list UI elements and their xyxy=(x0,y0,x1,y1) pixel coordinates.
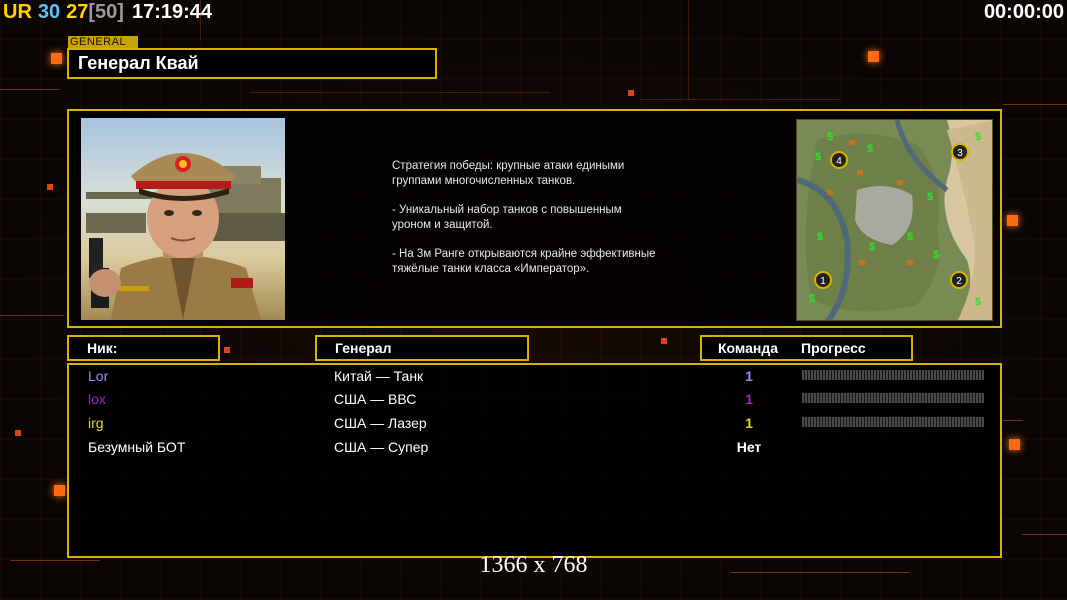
column-header-team: Команда xyxy=(718,340,778,356)
decor-square xyxy=(54,485,65,496)
svg-text:$: $ xyxy=(867,143,873,155)
column-header-general: Генерал xyxy=(315,335,529,361)
decor-square xyxy=(51,53,62,64)
column-header-team-progress: Команда Прогресс xyxy=(700,335,913,361)
hud-stats: UR 30 27 [50] 17:19:44 xyxy=(3,0,212,24)
player-team: 1 xyxy=(745,368,753,384)
player-general: США — ВВС xyxy=(334,391,417,407)
strategy-description: Стратегия победы: крупные атаки едиными … xyxy=(392,160,656,275)
decor-line xyxy=(1003,104,1067,105)
players-panel: Lor Китай — Танк 1 lox США — ВВС 1 irg С… xyxy=(67,363,1002,558)
player-nick: irg xyxy=(88,415,104,431)
player-progress-bar xyxy=(802,393,984,403)
svg-text:$: $ xyxy=(869,241,875,253)
decor-dot xyxy=(628,90,634,96)
decor-square xyxy=(1009,439,1020,450)
hud-stat-2: 27 xyxy=(66,0,89,23)
hud-stat-3: [50] xyxy=(88,0,124,23)
svg-text:$: $ xyxy=(933,249,939,261)
hud-timer: 00:00:00 xyxy=(983,1,1064,23)
svg-text:$: $ xyxy=(817,231,823,243)
svg-text:$: $ xyxy=(827,131,833,143)
column-header-nick: Ник: xyxy=(67,335,220,361)
decor-line xyxy=(0,89,60,90)
decor-line xyxy=(0,315,64,316)
decor-line xyxy=(1003,420,1023,421)
player-row: Lor Китай — Танк 1 xyxy=(69,365,1000,387)
player-team: 1 xyxy=(745,391,753,407)
hud-clock: 17:19:44 xyxy=(131,0,213,23)
player-progress-bar xyxy=(802,417,984,427)
decor-line xyxy=(1022,534,1067,535)
player-row: Безумный БОТ США — Супер Нет xyxy=(69,436,1000,458)
svg-text:$: $ xyxy=(809,293,815,305)
player-row: irg США — Лазер 1 xyxy=(69,412,1000,434)
svg-text:$: $ xyxy=(907,231,913,243)
svg-text:1: 1 xyxy=(820,276,826,287)
player-team: Нет xyxy=(736,439,762,455)
general-portrait xyxy=(81,118,285,320)
decor-square xyxy=(868,51,879,62)
resolution-label: 1366 x 768 xyxy=(479,552,588,578)
svg-text:$: $ xyxy=(975,296,981,308)
decor-dot xyxy=(661,338,667,344)
hud-stat-1: 30 xyxy=(37,0,61,23)
svg-text:3: 3 xyxy=(957,148,963,159)
decor-dot xyxy=(224,347,230,353)
player-nick: lox xyxy=(88,391,106,407)
minimap-preview[interactable]: 4 3 1 2 $ $ $ $ $ $ $ $ $ $ $ xyxy=(796,119,993,321)
svg-text:$: $ xyxy=(815,151,821,163)
general-tag: GENERAL xyxy=(68,36,138,48)
player-nick: Безумный БОТ xyxy=(88,439,186,455)
general-title: Генерал Квай xyxy=(67,48,437,79)
decor-square xyxy=(1007,215,1018,226)
player-nick: Lor xyxy=(88,368,109,384)
decor-line xyxy=(250,92,550,93)
decor-dot xyxy=(47,184,53,190)
player-general: Китай — Танк xyxy=(334,368,424,384)
column-header-progress: Прогресс xyxy=(801,340,866,356)
player-general: США — Супер xyxy=(334,439,429,455)
player-general: США — Лазер xyxy=(334,415,427,431)
hud-ur-label: UR xyxy=(3,0,32,23)
svg-text:2: 2 xyxy=(956,276,962,287)
decor-dot xyxy=(15,430,21,436)
player-row: lox США — ВВС 1 xyxy=(69,388,1000,410)
decor-line xyxy=(688,0,689,100)
player-team: 1 xyxy=(745,415,753,431)
player-progress-bar xyxy=(802,370,984,380)
svg-text:$: $ xyxy=(975,131,981,143)
svg-text:$: $ xyxy=(927,191,933,203)
general-info-panel: Стратегия победы: крупные атаки едиными … xyxy=(67,109,1002,328)
decor-line xyxy=(640,99,840,100)
svg-text:4: 4 xyxy=(836,156,842,167)
